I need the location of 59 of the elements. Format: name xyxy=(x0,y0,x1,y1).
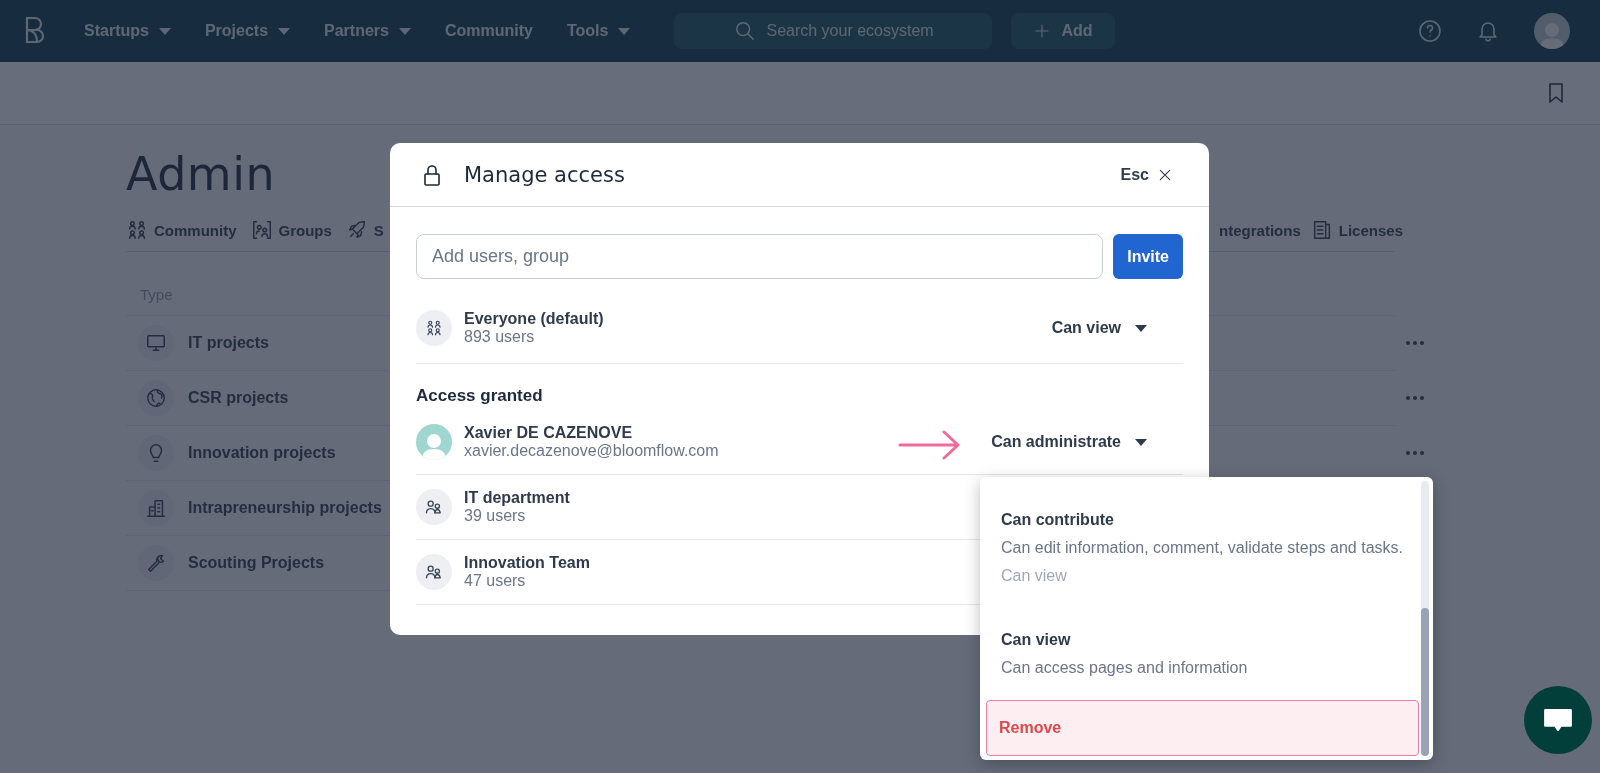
page-title: Admin xyxy=(126,147,276,201)
wrench-icon xyxy=(145,552,167,574)
member-name: Everyone (default) xyxy=(464,310,604,328)
help-icon xyxy=(1418,19,1442,43)
role-option[interactable]: Can view Can access pages and information xyxy=(986,608,1419,700)
member-detail: 39 users xyxy=(464,507,527,525)
role-option[interactable]: Can contribute Can edit information, comment, validate steps and tasks. Can view xyxy=(986,477,1419,608)
section-title: Access granted xyxy=(416,386,544,406)
add-users-field[interactable]: Add users, group xyxy=(416,234,1104,279)
nav-menu-item[interactable]: Partners xyxy=(324,22,411,40)
building-icon xyxy=(145,497,167,519)
table-cell: Intrapreneurship projects xyxy=(188,499,382,517)
caret-icon xyxy=(158,27,171,35)
logo-icon[interactable] xyxy=(24,16,46,46)
table-cell: Innovation projects xyxy=(188,444,336,462)
nav-menu-item[interactable]: Community xyxy=(444,22,533,40)
people-icon xyxy=(425,319,443,337)
globe-icon xyxy=(145,387,167,409)
table-cell: CSR projects xyxy=(188,389,289,407)
add-button[interactable]: Add xyxy=(1011,13,1115,49)
member-name: IT department xyxy=(464,489,570,507)
caret-icon xyxy=(1135,324,1147,332)
caret-icon xyxy=(618,27,631,35)
role-dropdown[interactable]: Can view xyxy=(1051,319,1163,337)
more-icon[interactable] xyxy=(1405,340,1425,346)
caret-icon xyxy=(1135,438,1147,446)
monitor-icon xyxy=(145,332,167,354)
nav-menu-item[interactable]: Tools xyxy=(566,22,631,40)
scrollbar[interactable] xyxy=(1421,481,1429,756)
more-icon[interactable] xyxy=(1405,395,1425,401)
caret-icon xyxy=(398,27,411,35)
admin-tab[interactable]: Groups xyxy=(278,221,332,239)
member-detail: 47 users xyxy=(464,572,527,590)
table-cell: IT projects xyxy=(188,334,269,352)
member-name: Innovation Team xyxy=(464,554,590,572)
people-icon xyxy=(126,219,148,241)
member-detail: xavier.decazenove@bloomflow.com xyxy=(464,442,719,460)
table-cell: Scouting Projects xyxy=(188,554,325,572)
remove-option[interactable]: Remove xyxy=(986,700,1419,756)
admin-tab[interactable]: S xyxy=(373,221,384,239)
arrow-annotation xyxy=(898,430,962,460)
member-detail: 893 users xyxy=(464,328,536,346)
invite-button[interactable]: Invite xyxy=(1113,234,1183,279)
role-dropdown[interactable]: Can administrate xyxy=(991,433,1163,451)
admin-tab[interactable]: ntegrations xyxy=(1219,221,1301,239)
search-field[interactable]: Search your ecosystem xyxy=(674,13,993,49)
nav-menu-item[interactable]: Startups xyxy=(84,22,171,40)
admin-tab[interactable]: Licenses xyxy=(1338,221,1403,239)
user-avatar[interactable] xyxy=(1534,13,1570,49)
admin-tab[interactable]: Community xyxy=(154,221,237,239)
close-button[interactable]: Esc xyxy=(1120,165,1173,184)
more-icon[interactable] xyxy=(1405,450,1425,456)
member-name: Xavier DE CAZENOVE xyxy=(464,424,634,442)
bell-icon xyxy=(1476,19,1500,43)
group-frame-icon xyxy=(250,219,273,241)
nav-menu-item[interactable]: Projects xyxy=(204,22,291,40)
caret-icon xyxy=(278,27,291,35)
search-icon xyxy=(734,20,757,42)
dialog-title: Manage access xyxy=(464,162,625,187)
